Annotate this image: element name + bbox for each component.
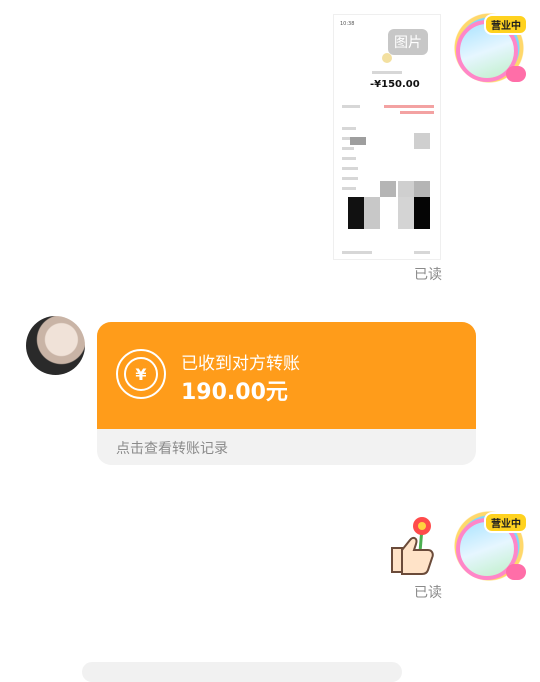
my-avatar[interactable]: 营业中 <box>450 12 528 84</box>
thumb-line <box>342 177 358 180</box>
read-status: 已读 <box>414 267 442 283</box>
thumb-line <box>342 251 372 254</box>
transfer-amount: 190.00元 <box>181 380 288 405</box>
thumbnail-amount: -¥150.00 <box>370 79 420 90</box>
merchant-logo-icon <box>382 53 392 63</box>
transfer-title: 已收到对方转账 <box>181 354 300 374</box>
avatar-badge: 营业中 <box>484 14 528 35</box>
censor-block <box>398 181 414 197</box>
contact-avatar[interactable] <box>26 316 85 375</box>
censor-block <box>414 197 430 229</box>
image-message-thumbnail[interactable]: 图片 10:38 -¥150.00 <box>333 14 441 260</box>
censor-block <box>348 197 364 229</box>
censor-block <box>414 133 430 149</box>
sticker-decoration-icon <box>506 66 526 82</box>
yen-refresh-icon: ¥ <box>116 349 166 399</box>
my-avatar[interactable]: 营业中 <box>450 510 528 582</box>
thumb-line <box>342 127 356 130</box>
read-status: 已读 <box>414 585 442 601</box>
partial-message-bubble <box>82 662 402 682</box>
thumb-line <box>400 111 434 114</box>
transfer-card[interactable]: ¥ 已收到对方转账 190.00元 点击查看转账记录 <box>97 322 476 465</box>
thumb-line <box>372 71 402 74</box>
censor-block <box>398 197 414 229</box>
sticker-decoration-icon <box>506 564 526 580</box>
transfer-record-link[interactable]: 点击查看转账记录 <box>116 438 228 458</box>
image-tag-label: 图片 <box>388 29 428 55</box>
censor-block <box>350 137 366 145</box>
thumb-line <box>342 187 356 190</box>
thumb-line <box>384 105 434 108</box>
thumb-line <box>342 105 360 108</box>
avatar-badge: 营业中 <box>484 512 528 533</box>
censor-block <box>414 181 430 197</box>
thumb-statusbar: 10:38 <box>340 21 355 27</box>
thumb-line <box>342 157 356 160</box>
thumb-line <box>342 167 358 170</box>
censor-block <box>380 181 396 197</box>
thumb-line <box>342 147 354 150</box>
censor-block <box>364 197 380 229</box>
thumb-line <box>414 251 430 254</box>
transfer-card-header: ¥ 已收到对方转账 190.00元 <box>97 322 476 429</box>
thumbs-up-flower-sticker[interactable] <box>386 514 440 576</box>
